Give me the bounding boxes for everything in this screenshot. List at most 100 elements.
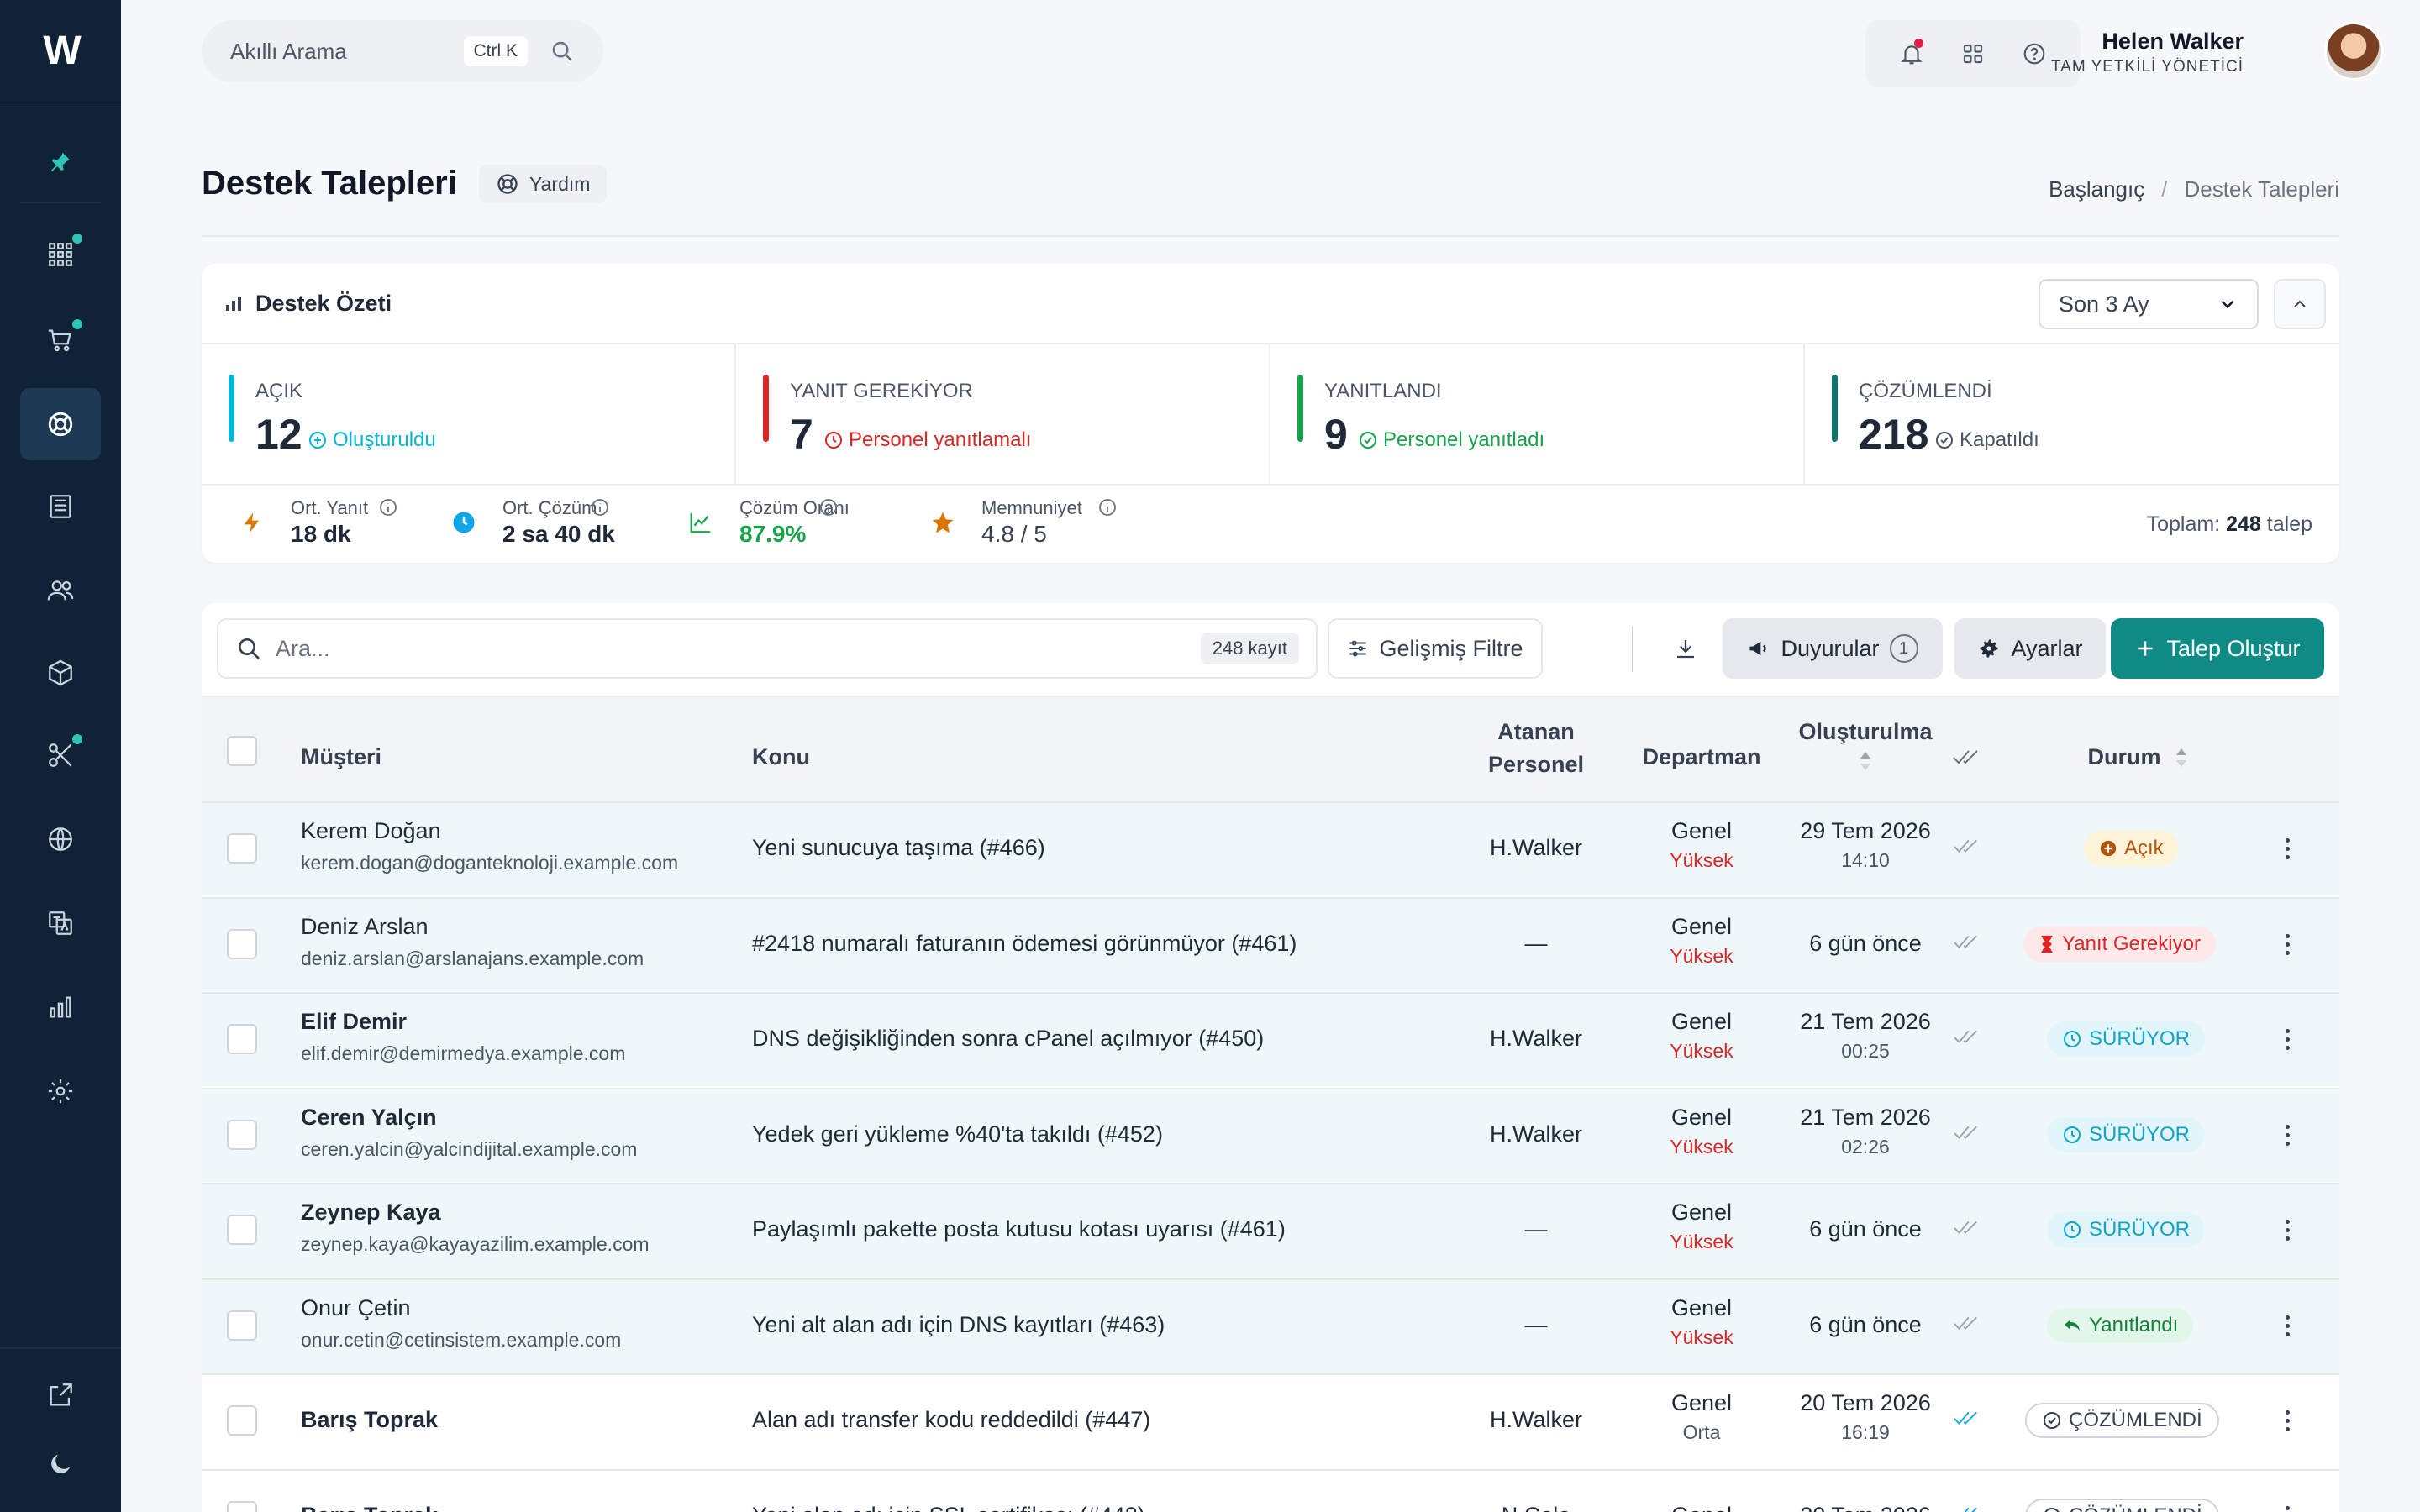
row-checkbox[interactable] xyxy=(227,1119,257,1150)
assigned-agent: — xyxy=(1524,1216,1548,1242)
apps-grid-icon[interactable] xyxy=(20,218,101,291)
ticket-subject[interactable]: #2418 numaralı faturanın ödemesi görünmü… xyxy=(752,931,1297,957)
row-actions-kebab-icon[interactable] xyxy=(2282,1220,2292,1241)
tools-icon[interactable] xyxy=(20,719,101,791)
stat-replied[interactable]: YANITLANDI 9 Personel yanıtladı xyxy=(1270,344,1805,484)
stat-open[interactable]: AÇIK 12 Oluşturuldu xyxy=(202,344,736,484)
customer-name[interactable]: Barış Toprak xyxy=(301,1407,438,1433)
ticket-subject[interactable]: Yeni sunucuya taşıma (#466) xyxy=(752,835,1045,861)
support-lifebuoy-icon[interactable] xyxy=(20,388,101,460)
customer-name[interactable]: Ceren Yalçın xyxy=(301,1105,437,1131)
table-row[interactable]: Onur Çetin onur.cetin@cetinsistem.example… xyxy=(202,1278,2339,1373)
customer-name[interactable]: Barış Toprak xyxy=(301,1503,438,1512)
info-icon[interactable] xyxy=(590,497,610,517)
period-select[interactable]: Son 3 Ay xyxy=(2039,279,2259,329)
customer-email: kerem.dogan@doganteknoloji.example.com xyxy=(301,852,679,874)
col-customer[interactable]: Müşteri xyxy=(301,744,381,770)
customer-name[interactable]: Deniz Arslan xyxy=(301,914,429,940)
announcements-button[interactable]: Duyurular 1 xyxy=(1723,618,1943,679)
created-time: 16:19 xyxy=(1841,1421,1890,1443)
row-checkbox[interactable] xyxy=(227,833,257,864)
row-checkbox[interactable] xyxy=(227,1024,257,1054)
ticket-subject[interactable]: Yedek geri yükleme %40'ta takıldı (#452) xyxy=(752,1121,1163,1147)
row-checkbox[interactable] xyxy=(227,928,257,959)
row-actions-kebab-icon[interactable] xyxy=(2282,1505,2292,1512)
customer-name[interactable]: Onur Çetin xyxy=(301,1295,411,1321)
row-checkbox[interactable] xyxy=(227,1310,257,1341)
pin-icon[interactable] xyxy=(20,123,101,203)
ticket-subject[interactable]: Alan adı transfer kodu reddedildi (#447) xyxy=(752,1407,1150,1433)
row-actions-kebab-icon[interactable] xyxy=(2282,933,2292,955)
row-checkbox[interactable] xyxy=(227,1500,257,1512)
reports-chart-icon[interactable] xyxy=(20,971,101,1043)
cart-icon[interactable] xyxy=(20,304,101,376)
smart-search[interactable]: Akıllı Arama Ctrl K xyxy=(202,20,603,82)
dark-mode-moon-icon[interactable] xyxy=(20,1435,101,1494)
globe-icon[interactable] xyxy=(20,803,101,875)
sort-icon[interactable] xyxy=(1857,750,1874,772)
customer-name[interactable]: Zeynep Kaya xyxy=(301,1200,441,1226)
col-agent[interactable]: Atanan Personel xyxy=(1460,719,1612,778)
ticket-subject[interactable]: Yeni alan adı için SSL sertifikası (#448… xyxy=(752,1503,1145,1512)
invoice-icon[interactable] xyxy=(20,470,101,543)
row-checkbox[interactable] xyxy=(227,1405,257,1436)
create-ticket-button[interactable]: Talep Oluştur xyxy=(2111,618,2324,679)
status-badge: Yanıtlandı xyxy=(2047,1307,2194,1343)
sort-icon[interactable] xyxy=(2173,747,2190,769)
collapse-button[interactable] xyxy=(2274,279,2326,329)
row-actions-kebab-icon[interactable] xyxy=(2282,838,2292,859)
help-button[interactable]: Yardım xyxy=(479,165,608,203)
hourglass-icon xyxy=(2039,935,2055,953)
download-button[interactable] xyxy=(1660,618,1711,679)
row-actions-kebab-icon[interactable] xyxy=(2282,1410,2292,1431)
col-subject[interactable]: Konu xyxy=(752,744,810,770)
col-created[interactable]: Oluşturulma xyxy=(1773,719,1958,778)
ticket-subject[interactable]: DNS değişikliğinden sonra cPanel açılmıy… xyxy=(752,1026,1264,1052)
summary-title: Destek Özeti xyxy=(255,290,392,316)
star-icon xyxy=(932,512,954,533)
ticket-subject[interactable]: Yeni alt alan adı için DNS kayıtları (#4… xyxy=(752,1312,1165,1338)
external-link-icon[interactable] xyxy=(20,1366,101,1425)
table-row[interactable]: Zeynep Kaya zeynep.kaya@kayayazilim.examp… xyxy=(202,1183,2339,1277)
breadcrumb-home[interactable]: Başlangıç xyxy=(2049,176,2144,202)
notification-bell-icon[interactable] xyxy=(1895,37,1928,71)
apps-icon[interactable] xyxy=(1956,37,1990,71)
info-icon[interactable] xyxy=(818,497,839,517)
plus-circle-icon xyxy=(2099,839,2118,858)
advanced-filter-button[interactable]: Gelişmiş Filtre xyxy=(1328,618,1543,679)
read-check-icon xyxy=(1949,837,1983,855)
stat-needs-reply[interactable]: YANIT GEREKİYOR 7 Personel yanıtlamalı xyxy=(736,344,1270,484)
brand-logo[interactable]: W xyxy=(0,0,121,102)
translate-icon[interactable] xyxy=(20,887,101,959)
select-all-checkbox[interactable] xyxy=(227,736,257,766)
customer-name[interactable]: Kerem Doğan xyxy=(301,818,441,844)
settings-button[interactable]: Ayarlar xyxy=(1954,618,2106,679)
table-row[interactable]: Kerem Doğan kerem.dogan@doganteknoloji.ex… xyxy=(202,801,2339,895)
table-row[interactable]: Ceren Yalçın ceren.yalcin@yalcindijital.e… xyxy=(202,1087,2339,1182)
customer-name[interactable]: Elif Demir xyxy=(301,1009,407,1035)
row-actions-kebab-icon[interactable] xyxy=(2282,1124,2292,1146)
row-actions-kebab-icon[interactable] xyxy=(2282,1029,2292,1050)
user-menu[interactable]: Helen Walker TAM YETKİLİ YÖNETİCİ xyxy=(2051,29,2244,76)
avatar[interactable] xyxy=(2324,22,2383,81)
help-question-icon[interactable] xyxy=(2018,37,2051,71)
table-row[interactable]: Barış Toprak Alan adı transfer kodu redde… xyxy=(202,1373,2339,1467)
users-icon[interactable] xyxy=(20,554,101,627)
created-time: 02:26 xyxy=(1841,1135,1890,1158)
col-department[interactable]: Departman xyxy=(1639,744,1765,770)
info-icon[interactable] xyxy=(378,497,398,517)
created-date: 29 Tem 2026 14:10 xyxy=(1773,818,1958,872)
table-row[interactable]: Barış Toprak Yeni alan adı için SSL serti… xyxy=(202,1468,2339,1512)
table-row[interactable]: Elif Demir elif.demir@demirmedya.example.… xyxy=(202,992,2339,1086)
box-icon[interactable] xyxy=(20,637,101,709)
table-row[interactable]: Deniz Arslan deniz.arslan@arslanajans.exa… xyxy=(202,896,2339,991)
ticket-search-input[interactable]: Ara... 248 kayıt xyxy=(217,618,1318,679)
search-icon[interactable] xyxy=(550,39,575,64)
row-actions-kebab-icon[interactable] xyxy=(2282,1315,2292,1336)
settings-gear-icon[interactable] xyxy=(20,1055,101,1127)
info-icon[interactable] xyxy=(1097,497,1118,517)
row-checkbox[interactable] xyxy=(227,1215,257,1245)
stat-resolved[interactable]: ÇÖZÜMLENDİ 218 Kapatıldı xyxy=(1805,344,2339,484)
ticket-subject[interactable]: Paylaşımlı pakette posta kutusu kotası u… xyxy=(752,1216,1286,1242)
col-status[interactable]: Durum xyxy=(2067,744,2210,770)
